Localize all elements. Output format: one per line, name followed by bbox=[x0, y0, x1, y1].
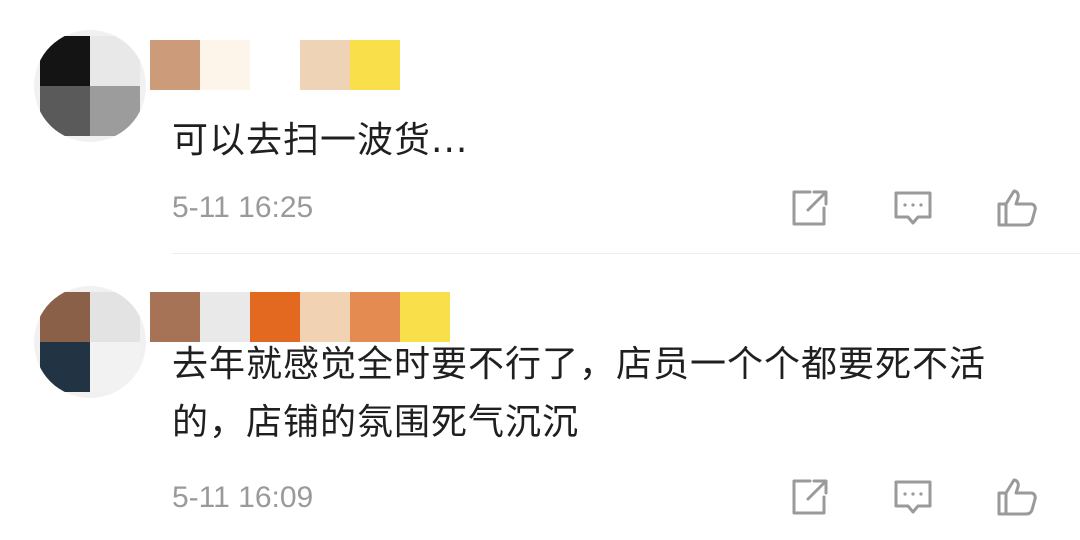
username-block bbox=[150, 40, 200, 90]
like-button[interactable] bbox=[992, 472, 1042, 522]
avatar-pixel bbox=[40, 36, 90, 86]
comment-item: 可以去扫一波货... 5-11 16:25 bbox=[0, 0, 1080, 254]
avatar[interactable] bbox=[34, 286, 146, 398]
like-icon bbox=[997, 478, 1037, 516]
comment-timestamp: 5-11 16:09 bbox=[172, 481, 314, 514]
username-block bbox=[250, 292, 300, 342]
avatar-pixel bbox=[40, 342, 90, 392]
comment-text: 可以去扫一波货... bbox=[172, 120, 469, 161]
username-block bbox=[150, 292, 200, 342]
reply-button[interactable] bbox=[888, 183, 938, 233]
username-block bbox=[200, 40, 250, 90]
username-block bbox=[300, 292, 350, 342]
username-block bbox=[250, 40, 300, 90]
avatar-pixel bbox=[90, 36, 140, 86]
comment-actions bbox=[780, 183, 1050, 233]
comment-item: 去年就感觉全时要不行了，店员一个个都要死不活的，店铺的氛围死气沉沉 5-11 1… bbox=[0, 254, 1080, 540]
username-block bbox=[300, 40, 350, 90]
share-icon bbox=[792, 479, 828, 515]
like-icon bbox=[997, 189, 1037, 227]
avatar-pixel bbox=[90, 292, 140, 342]
reply-button[interactable] bbox=[888, 472, 938, 522]
like-button[interactable] bbox=[992, 183, 1042, 233]
avatar-pixel bbox=[40, 292, 90, 342]
share-icon bbox=[792, 190, 828, 226]
avatar-pixel bbox=[90, 342, 140, 392]
username-block bbox=[350, 40, 400, 90]
avatar[interactable] bbox=[34, 30, 146, 142]
share-button[interactable] bbox=[784, 472, 834, 522]
reply-icon bbox=[894, 480, 932, 514]
username-block bbox=[350, 292, 400, 342]
comment-actions bbox=[780, 472, 1050, 522]
avatar-pixel bbox=[40, 86, 90, 136]
comment-text: 去年就感觉全时要不行了，店员一个个都要死不活的，店铺的氛围死气沉沉 bbox=[172, 344, 987, 443]
username-block bbox=[400, 292, 450, 342]
reply-icon bbox=[894, 191, 932, 225]
avatar-pixel bbox=[90, 86, 140, 136]
share-button[interactable] bbox=[784, 183, 834, 233]
comment-timestamp: 5-11 16:25 bbox=[172, 191, 314, 224]
username-block bbox=[200, 292, 250, 342]
